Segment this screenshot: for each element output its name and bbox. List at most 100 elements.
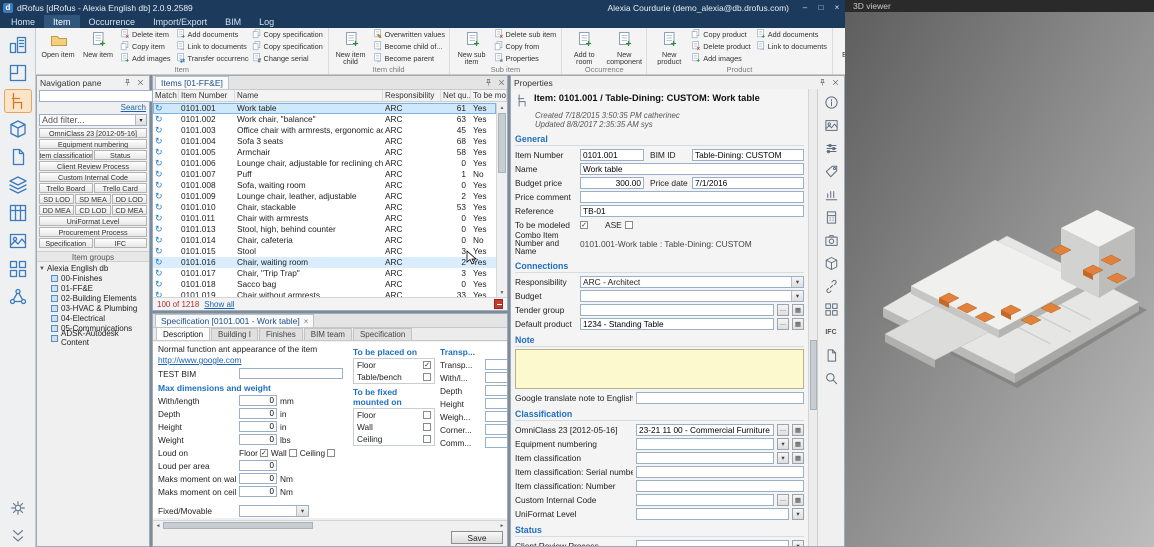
table-row[interactable]: ↻0101.014Chair, cafeteriaARC0No [153,235,496,246]
item-classification-serial-number-input[interactable] [636,466,804,478]
3d-model-canvas[interactable] [845,12,1154,547]
settings-sliders-icon[interactable] [822,139,840,157]
tree-item-03-hvac-plumbing[interactable]: 03-HVAC & Plumbing [39,303,147,313]
tree-root[interactable]: ▼Alexia English db [39,264,147,273]
column-header-net-qu[interactable]: Net qu... [441,90,471,101]
products-icon[interactable] [5,118,31,140]
tree-item-adsk-autodesk-content[interactable]: ADSK-Autodesk Content [39,333,147,343]
tag-icon[interactable] [822,162,840,180]
description-link[interactable]: http://www.google.com [158,355,350,365]
ellipsis-button[interactable]: … [777,318,789,330]
transport-input[interactable] [485,411,507,422]
fixed-on-floor[interactable]: Floor [357,410,431,420]
nav-filter-trello-board[interactable]: Trello Board [39,183,93,193]
price-comment-input[interactable] [580,191,804,203]
loud-per-area-input[interactable] [239,460,277,471]
table-row[interactable]: ↻0101.016Chair, waiting roomARC2Yes [153,257,496,268]
table-row[interactable]: ↻0101.009Lounge chair, leather, adjustab… [153,191,496,202]
custom-internal-code-input[interactable] [636,494,774,506]
client-review-process-input[interactable] [636,540,789,547]
placed-on-table-bench[interactable]: Table/bench [357,372,431,382]
table-row[interactable]: ↻0101.004Sofa 3 seatsARC68Yes [153,136,496,147]
test-bim-input[interactable] [239,368,343,379]
products-icon[interactable] [822,254,840,272]
nav-filter-cd-mea[interactable]: CD MEA [112,205,147,215]
scroll-right-icon[interactable]: ► [497,521,507,530]
document-icon[interactable] [822,346,840,364]
checkbox[interactable] [625,221,633,229]
ribbon-button-change-serial[interactable]: #Change serial [251,53,325,64]
column-header-match[interactable]: Match [153,90,179,101]
item-number-input[interactable] [580,149,644,161]
maks-moment-ceiling-input[interactable] [239,486,277,497]
scroll-left-icon[interactable]: ◄ [153,521,163,530]
maks-moment-wall-input[interactable] [239,473,277,484]
pin-icon[interactable] [817,77,828,88]
with-length-input[interactable] [239,395,277,406]
items-legend-icon[interactable] [494,299,503,309]
systems-icon[interactable] [5,174,31,196]
grid-select-button[interactable]: ▦ [792,424,804,436]
checkbox[interactable]: ✓ [423,361,431,369]
dropdown-button[interactable]: ▾ [792,508,804,520]
close-icon[interactable] [830,77,841,88]
ellipsis-button[interactable]: … [777,494,789,506]
transport-input[interactable] [485,437,507,448]
nav-filter-custom-internal-code[interactable]: Custom Internal Code [39,172,147,182]
omniclass-23-2012-05-16-input[interactable] [636,424,774,436]
rooms-icon[interactable] [5,62,31,84]
ribbon-button-become-parent[interactable]: ←Become parent [372,53,446,64]
table-row[interactable]: ↻0101.006Lounge chair, adjustable for re… [153,158,496,169]
tree-expand-icon[interactable]: ▼ [39,266,45,272]
transport-input[interactable] [485,372,507,383]
fixed-on-ceiling[interactable]: Ceiling [357,434,431,444]
budget-dropdown[interactable]: ▾ [580,290,804,302]
nav-filter-client-review-process[interactable]: Client Review Process [39,161,147,171]
chart-icon[interactable] [822,185,840,203]
dropdown-button[interactable]: ▾ [777,452,789,464]
grid-select-button[interactable]: ▦ [792,318,804,330]
depth-input[interactable] [239,408,277,419]
checkbox[interactable] [289,449,297,457]
menu-tab-item[interactable]: Item [44,15,80,28]
checkbox[interactable] [423,373,431,381]
ribbon-button-copy-item[interactable]: Copy item [119,41,173,52]
tree-item-00-finishes[interactable]: 00-Finishes [39,273,147,283]
ribbon-button-copy-specification-from[interactable]: Copy specification from [251,29,325,40]
checkbox[interactable]: ✓ [260,449,268,457]
nav-filter-equipment-numbering[interactable]: Equipment numbering [39,139,147,149]
transport-input[interactable] [485,359,507,370]
documents-icon[interactable] [5,146,31,168]
calculator-icon[interactable] [822,208,840,226]
minimize-button[interactable]: – [797,1,813,14]
equipment-numbering-input[interactable] [636,438,774,450]
ribbon-button-new-component[interactable]: +New component [605,29,643,65]
spec-save-button[interactable]: Save [451,531,503,544]
nav-filter-ifc[interactable]: IFC [94,238,148,248]
price-date-input[interactable] [692,177,804,189]
transport-input[interactable] [485,398,507,409]
menu-tab-import-export[interactable]: Import/Export [144,15,216,28]
ribbon-button-link-to-documents[interactable]: →Link to documents [755,41,829,52]
ribbon-button-existing-items[interactable]: ▦Existing items [836,29,845,65]
responsibility-dropdown[interactable]: ARC - Architect▾ [580,276,804,288]
maximize-button[interactable]: □ [813,1,829,14]
fixed-on-wall[interactable]: Wall [357,422,431,432]
pin-icon[interactable] [122,77,133,88]
table-row[interactable]: ↻0101.013Stool, high, behind counterARC0… [153,224,496,235]
google-translate-input[interactable] [636,392,804,404]
ribbon-button-new-product[interactable]: +New product [650,29,688,65]
tree-item-02-building-elements[interactable]: 02-Building Elements [39,293,147,303]
menu-tab-bim[interactable]: BIM [216,15,250,28]
nav-filter-specification[interactable]: Specification [39,238,93,248]
camera-icon[interactable] [822,231,840,249]
table-row[interactable]: ↻0101.005ArmchairARC58Yes [153,147,496,158]
reports-icon[interactable] [5,202,31,224]
item-classification-input[interactable] [636,452,774,464]
close-icon[interactable] [135,77,146,88]
item-classification-number-input[interactable] [636,480,804,492]
table-row[interactable]: ↻0101.017Chair, "Trip Trap"ARC3Yes [153,268,496,279]
ribbon-button-new-sub-item[interactable]: +New sub item [453,29,491,65]
add-filter-dropdown[interactable]: Add filter... ▾ [39,114,147,126]
bim-id-input[interactable] [692,149,804,161]
